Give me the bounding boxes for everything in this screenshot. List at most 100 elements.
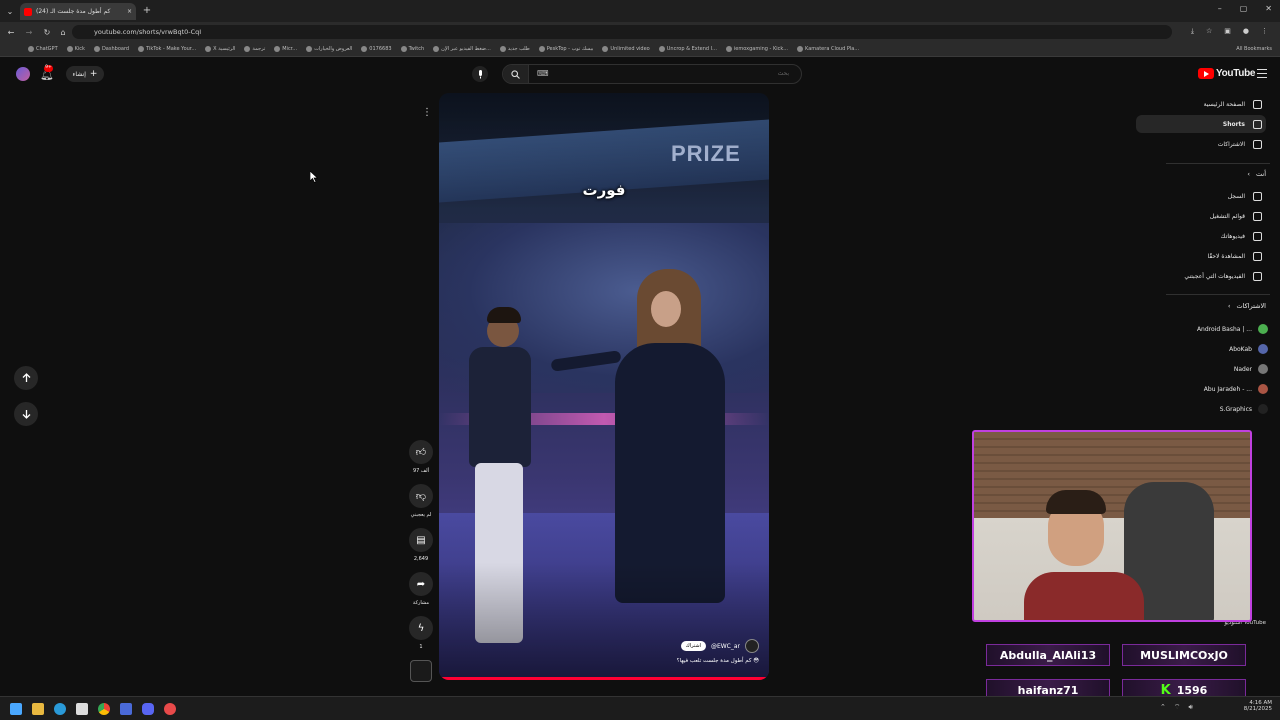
remix-button[interactable]: ϟ 1 — [408, 616, 434, 650]
sidebar-channel[interactable]: Android Basha | ... — [1148, 320, 1268, 338]
bookmark-item[interactable]: ضغط الفيديو عبر الإن... — [433, 46, 491, 52]
bookmark-item[interactable]: Twitch — [400, 46, 424, 52]
video-progress-bar[interactable] — [439, 677, 769, 680]
bookmark-star-icon[interactable]: ☆ — [1206, 27, 1212, 36]
bookmark-favicon-icon — [306, 46, 313, 52]
chrome-icon[interactable] — [98, 703, 110, 715]
bookmark-item[interactable]: Kick — [66, 46, 85, 52]
close-tab-icon[interactable]: × — [127, 8, 132, 15]
home-browser-icon[interactable]: ⌂ — [58, 26, 68, 38]
back-icon[interactable]: ← — [6, 26, 16, 38]
create-button[interactable]: إنشاء + — [66, 66, 104, 82]
sidebar-item[interactable]: الصفحة الرئيسية — [1136, 95, 1266, 113]
clock[interactable]: 4:16 AM 8/21/2025 — [1212, 700, 1272, 712]
more-options-icon[interactable]: ⋮ — [420, 105, 434, 119]
store-icon[interactable] — [76, 703, 88, 715]
minimize-icon[interactable]: – — [1218, 4, 1222, 13]
bookmark-item[interactable]: Uncrop & Extend I... — [658, 46, 717, 52]
bookmark-item[interactable]: iemoxgaming - Kick... — [725, 46, 789, 52]
short-title[interactable]: كم أطول مدة جلست تلعب فيها؟ 😳 — [677, 658, 759, 664]
search-box[interactable]: ⌨ بحث — [502, 64, 802, 84]
avatar[interactable] — [16, 67, 30, 81]
sidebar-item[interactable]: فيديوهاتك — [1136, 227, 1266, 245]
forward-icon[interactable]: → — [24, 26, 34, 38]
dislike-button[interactable]: 👎︎ لم يعجبني — [408, 484, 434, 518]
url-field[interactable]: youtube.com/shorts/vrwBqt0-CqI — [72, 25, 1172, 39]
youtube-logo[interactable]: YouTube — [1198, 68, 1256, 79]
dislike-label: لم يعجبني — [410, 512, 432, 518]
voice-search-button[interactable] — [472, 66, 488, 82]
bookmark-item[interactable]: X الرئيسية — [205, 46, 235, 52]
hamburger-menu-icon[interactable] — [1257, 69, 1267, 78]
channel-handle[interactable]: @EWC_ar — [711, 643, 740, 650]
bookmark-item[interactable]: Unlimited video — [602, 46, 650, 52]
bookmark-item[interactable]: Dashboard — [93, 46, 129, 52]
sidebar-item[interactable]: Shorts — [1136, 115, 1266, 133]
bookmark-item[interactable]: العروض والخيارات — [306, 46, 352, 52]
sidebar-item[interactable]: الفيديوهات التي أعجبتني — [1136, 267, 1266, 285]
extensions-icon[interactable]: ▣ — [1224, 27, 1231, 36]
subscriptions-icon — [1253, 139, 1262, 149]
sidebar-channel[interactable]: Abu Jaradeh - ... — [1148, 380, 1268, 398]
bookmark-item[interactable]: Micr... — [274, 46, 297, 52]
sound-thumbnail[interactable] — [410, 660, 432, 682]
edge-icon[interactable] — [54, 703, 66, 715]
bookmark-favicon-icon — [658, 46, 665, 52]
bookmark-label: iemoxgaming - Kick... — [733, 46, 789, 52]
share-icon: ➦ — [409, 572, 433, 596]
bookmark-item[interactable]: ترجمة — [244, 46, 265, 52]
bookmark-item[interactable]: طلب جديد — [499, 46, 530, 52]
volume-icon[interactable]: 🔊︎ — [1188, 703, 1192, 712]
sidebar-channel[interactable]: Nader — [1148, 360, 1268, 378]
sidebar-item[interactable]: السجل — [1136, 187, 1266, 205]
channel-avatar[interactable] — [745, 639, 759, 653]
bookmark-item[interactable]: TikTok - Make Your... — [138, 46, 196, 52]
app-icon[interactable] — [120, 703, 132, 715]
bookmark-item[interactable]: Kamatera Cloud Pla... — [797, 46, 859, 52]
like-button[interactable]: 👍︎ 97 ألف — [408, 440, 434, 474]
bookmark-item[interactable]: PeskTop - بيسك توب — [538, 46, 593, 52]
wifi-icon[interactable]: ⌔ — [1174, 703, 1181, 712]
maximize-icon[interactable]: ▢ — [1240, 4, 1248, 13]
bookmarks-bar: ChatGPT Kick Dashboard TikTok - Make Your..… — [0, 42, 1280, 57]
sidebar-item[interactable]: المشاهدة لاحقًا — [1136, 247, 1266, 265]
short-video-player[interactable]: PRIZE فورت اشتراك @EWC_ar كم أطول مدة جل… — [439, 93, 769, 680]
sidebar-channel[interactable]: AboKab — [1148, 340, 1268, 358]
sidebar-channel[interactable]: S.Graphics — [1148, 400, 1268, 418]
arrow-up-icon — [22, 373, 30, 382]
subscribe-button[interactable]: اشتراك — [680, 641, 706, 651]
bookmark-favicon-icon — [66, 46, 73, 52]
bookmark-item[interactable]: ChatGPT — [28, 46, 58, 52]
keyboard-icon[interactable]: ⌨ — [537, 69, 549, 78]
subs-section-header[interactable]: ‹ الاشتراكات — [1228, 302, 1266, 310]
you-section-header[interactable]: ‹ أنت — [1247, 170, 1266, 178]
all-bookmarks-button[interactable]: All Bookmarks — [1236, 46, 1280, 52]
bookmark-favicon-icon — [138, 46, 145, 52]
menu-icon[interactable]: ⋮ — [1261, 27, 1268, 36]
profile-icon[interactable]: ● — [1243, 27, 1249, 36]
sidebar-item[interactable]: قوائم التشغيل — [1136, 207, 1266, 225]
bookmark-item[interactable]: 0176683 — [361, 46, 392, 52]
tab-search-icon[interactable]: ⌄ — [4, 5, 16, 17]
sidebar-item[interactable]: الاشتراكات — [1136, 135, 1266, 153]
shorts-icon — [1253, 119, 1262, 129]
bookmark-label: Unlimited video — [610, 46, 650, 52]
tray-chevron-icon[interactable]: ⌃ — [1160, 703, 1166, 712]
bookmark-label: ترجمة — [252, 46, 266, 52]
close-window-icon[interactable]: ✕ — [1265, 4, 1272, 13]
comments-button[interactable]: ▤ 2,649 — [408, 528, 434, 562]
previous-short-button[interactable] — [14, 366, 38, 390]
windows-start-icon[interactable] — [10, 703, 22, 715]
file-explorer-icon[interactable] — [32, 703, 44, 715]
browser-tab[interactable]: (24) كم أطول مدة جلست الـ × — [20, 3, 136, 20]
search-button[interactable] — [503, 65, 529, 83]
channel-name: AboKab — [1229, 345, 1252, 353]
install-icon[interactable]: ⤓ — [1191, 27, 1194, 36]
new-tab-icon[interactable]: + — [141, 4, 153, 16]
next-short-button[interactable] — [14, 402, 38, 426]
video-caption: فورت — [582, 181, 626, 199]
discord-icon[interactable] — [142, 703, 154, 715]
reload-icon[interactable]: ↻ — [42, 26, 52, 38]
share-button[interactable]: ➦ مشاركة — [408, 572, 434, 606]
obs-icon[interactable] — [164, 703, 176, 715]
